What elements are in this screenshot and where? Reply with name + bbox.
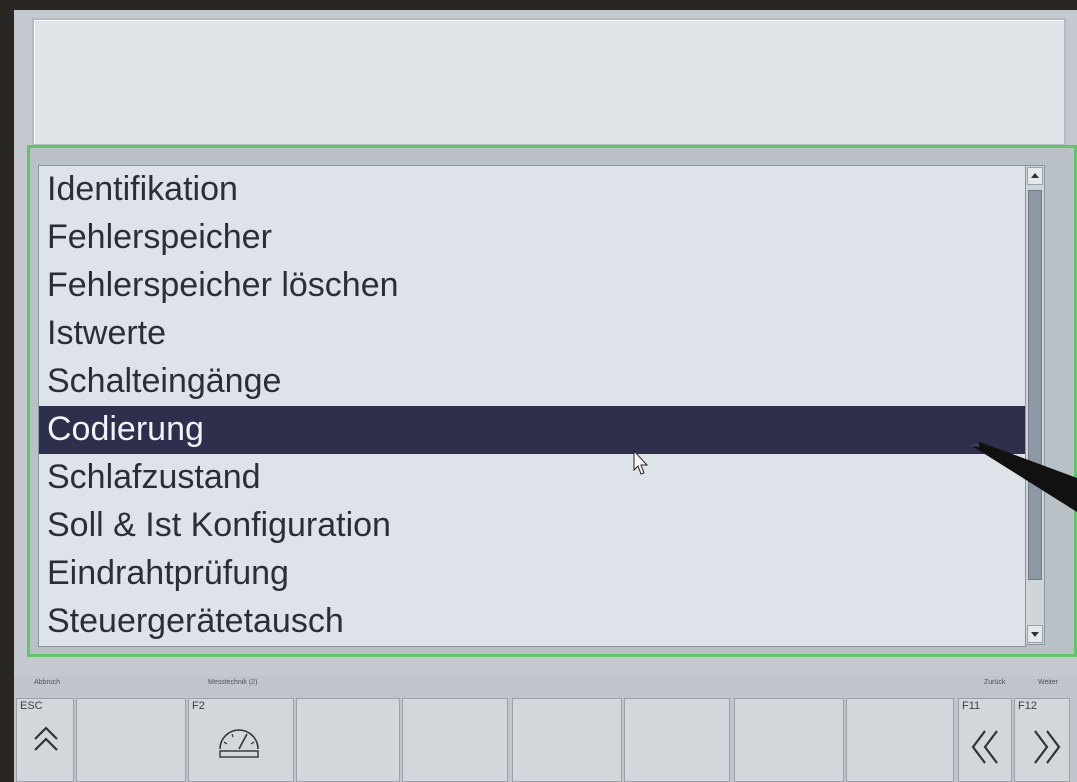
double-chevron-left-icon <box>971 730 998 764</box>
function-key-bar: Abbruch Messtechnik (2) Zurück Weiter ES… <box>14 676 1077 782</box>
scroll-thumb[interactable] <box>1028 190 1042 580</box>
f2-caption: Messtechnik (2) <box>208 679 258 686</box>
list-item-schlafzustand[interactable]: Schlafzustand <box>39 454 1025 502</box>
double-chevron-right-icon <box>1034 730 1061 764</box>
triangle-up-icon <box>1031 173 1039 178</box>
f7-button[interactable] <box>734 698 844 782</box>
double-chevron-up-icon <box>34 726 58 751</box>
f11-key-code: F11 <box>962 700 981 712</box>
list-item-fehlerspeicher-loeschen[interactable]: Fehlerspeicher löschen <box>39 262 1025 310</box>
list-item-codierung[interactable]: Codierung <box>39 406 1025 454</box>
f12-next-button[interactable]: F12 <box>1014 698 1070 782</box>
f4-button[interactable] <box>402 698 508 782</box>
header-display-panel <box>32 18 1066 146</box>
meter-gauge-icon <box>219 729 259 758</box>
f2-key-code: F2 <box>192 700 205 712</box>
esc-button[interactable]: ESC <box>16 698 74 782</box>
list-item-eindrahtpruefung[interactable]: Eindrahtprüfung <box>39 550 1025 598</box>
list-item-istwerte[interactable]: Istwerte <box>39 310 1025 358</box>
f11-back-button[interactable]: F11 <box>958 698 1012 782</box>
f3-button[interactable] <box>296 698 400 782</box>
f11-caption: Zurück <box>984 679 1006 686</box>
scroll-up-button[interactable] <box>1027 167 1043 185</box>
list-item-steuergeraetetausch[interactable]: Steuergerätetausch <box>39 598 1025 646</box>
mouse-pointer-icon <box>633 450 649 475</box>
f1-button[interactable] <box>76 698 186 782</box>
list-item-schalteingaenge[interactable]: Schalteingänge <box>39 358 1025 406</box>
esc-caption: Abbruch <box>34 679 61 686</box>
function-list[interactable]: Identifikation Fehlerspeicher Fehlerspei… <box>38 165 1026 647</box>
f6-button[interactable] <box>624 698 730 782</box>
list-item-soll-ist-konfiguration[interactable]: Soll & Ist Konfiguration <box>39 502 1025 550</box>
scroll-down-button[interactable] <box>1027 625 1043 643</box>
f2-button[interactable]: F2 <box>188 698 294 782</box>
esc-key-code: ESC <box>20 700 43 712</box>
function-list-frame: Identifikation Fehlerspeicher Fehlerspei… <box>27 145 1077 657</box>
list-item-identifikation[interactable]: Identifikation <box>39 166 1025 214</box>
list-item-fehlerspeicher[interactable]: Fehlerspeicher <box>39 214 1025 262</box>
list-scrollbar[interactable] <box>1025 165 1045 645</box>
triangle-down-icon <box>1031 632 1039 637</box>
stylus-pen-icon <box>970 442 1077 512</box>
f12-key-code: F12 <box>1018 700 1037 712</box>
f12-caption: Weiter <box>1038 679 1059 686</box>
f5-button[interactable] <box>512 698 622 782</box>
f8-button[interactable] <box>846 698 954 782</box>
